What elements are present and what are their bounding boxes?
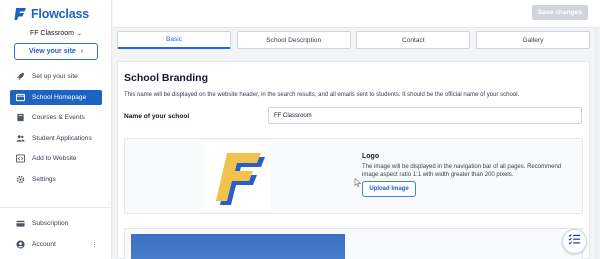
- sidebar-item-label: Settings: [32, 175, 56, 183]
- sidebar-item-courses[interactable]: Courses & Events: [10, 110, 102, 125]
- top-bar: Save changes: [113, 0, 600, 28]
- school-name-label: Name of your school: [124, 113, 190, 120]
- logo-title: Logo: [362, 153, 380, 160]
- tab-basic[interactable]: Basic: [117, 31, 231, 49]
- users-icon: [16, 134, 25, 143]
- chevron-right-icon: ›: [80, 48, 84, 55]
- checklist-icon: [568, 233, 581, 251]
- banner-image: [131, 234, 345, 259]
- sidebar: Flowclass FF Classroom ⌄ View your site …: [0, 0, 112, 259]
- more-vertical-icon[interactable]: ⋮: [91, 241, 98, 249]
- chevron-down-icon: ⌄: [76, 31, 82, 37]
- sidebar-item-subscription[interactable]: Subscription: [16, 219, 102, 228]
- upload-image-button[interactable]: Upload Image: [362, 181, 416, 197]
- code-icon: [16, 154, 25, 163]
- rocket-icon: [16, 72, 25, 81]
- credit-card-icon: [16, 219, 25, 228]
- book-icon: [16, 113, 25, 122]
- tab-gallery[interactable]: Gallery: [475, 31, 590, 49]
- gear-icon: [16, 175, 25, 184]
- tab-school-description[interactable]: School Description: [236, 31, 351, 49]
- school-logo-image: [205, 143, 271, 209]
- brand[interactable]: Flowclass: [14, 7, 89, 21]
- school-selector[interactable]: FF Classroom ⌄: [14, 26, 98, 41]
- sidebar-nav: Set up your site School Homepage Courses…: [10, 69, 102, 193]
- sidebar-item-label: Add to Website: [32, 155, 77, 163]
- checklist-button[interactable]: [562, 229, 587, 254]
- sidebar-item-student-applications[interactable]: Student Applications: [10, 131, 102, 146]
- tab-contact[interactable]: Contact: [356, 31, 471, 49]
- logo-description: The image will be displayed in the navig…: [362, 164, 562, 178]
- sidebar-item-settings[interactable]: Settings: [10, 172, 102, 187]
- logo-panel: Logo The image will be displayed in the …: [124, 138, 583, 214]
- sidebar-item-setup[interactable]: Set up your site: [10, 69, 102, 84]
- view-site-button[interactable]: View your site ›: [14, 43, 98, 60]
- sidebar-item-school-homepage[interactable]: School Homepage: [10, 89, 102, 105]
- sidebar-item-label: Courses & Events: [32, 114, 85, 122]
- flowclass-logo-icon: [14, 7, 28, 21]
- banner-panel: [124, 228, 583, 259]
- subscription-label: Subscription: [32, 220, 69, 227]
- tab-bar: Basic School Description Contact Gallery: [117, 31, 590, 49]
- account-icon: [16, 240, 25, 249]
- school-selector-value: FF Classroom: [30, 30, 74, 37]
- account-label: Account: [32, 241, 56, 248]
- sidebar-item-add-to-website[interactable]: Add to Website: [10, 151, 102, 166]
- sidebar-item-label: School Homepage: [32, 93, 87, 101]
- save-changes-button[interactable]: Save changes: [532, 5, 588, 20]
- homepage-icon: [16, 93, 25, 102]
- section-description: This name will be displayed on the websi…: [124, 92, 520, 98]
- sidebar-item-label: Student Applications: [32, 134, 92, 142]
- school-branding-card: School Branding This name will be displa…: [117, 61, 590, 259]
- school-name-input[interactable]: FF Classroom: [268, 107, 582, 124]
- view-site-label: View your site: [28, 48, 76, 55]
- sidebar-item-label: Set up your site: [32, 73, 78, 80]
- sidebar-divider: [0, 207, 112, 208]
- section-title: School Branding: [124, 72, 208, 84]
- brand-name: Flowclass: [31, 7, 89, 21]
- sidebar-item-account[interactable]: Account ⋮: [16, 240, 102, 249]
- mouse-cursor-icon: [354, 174, 362, 187]
- scrollbar[interactable]: [594, 28, 599, 259]
